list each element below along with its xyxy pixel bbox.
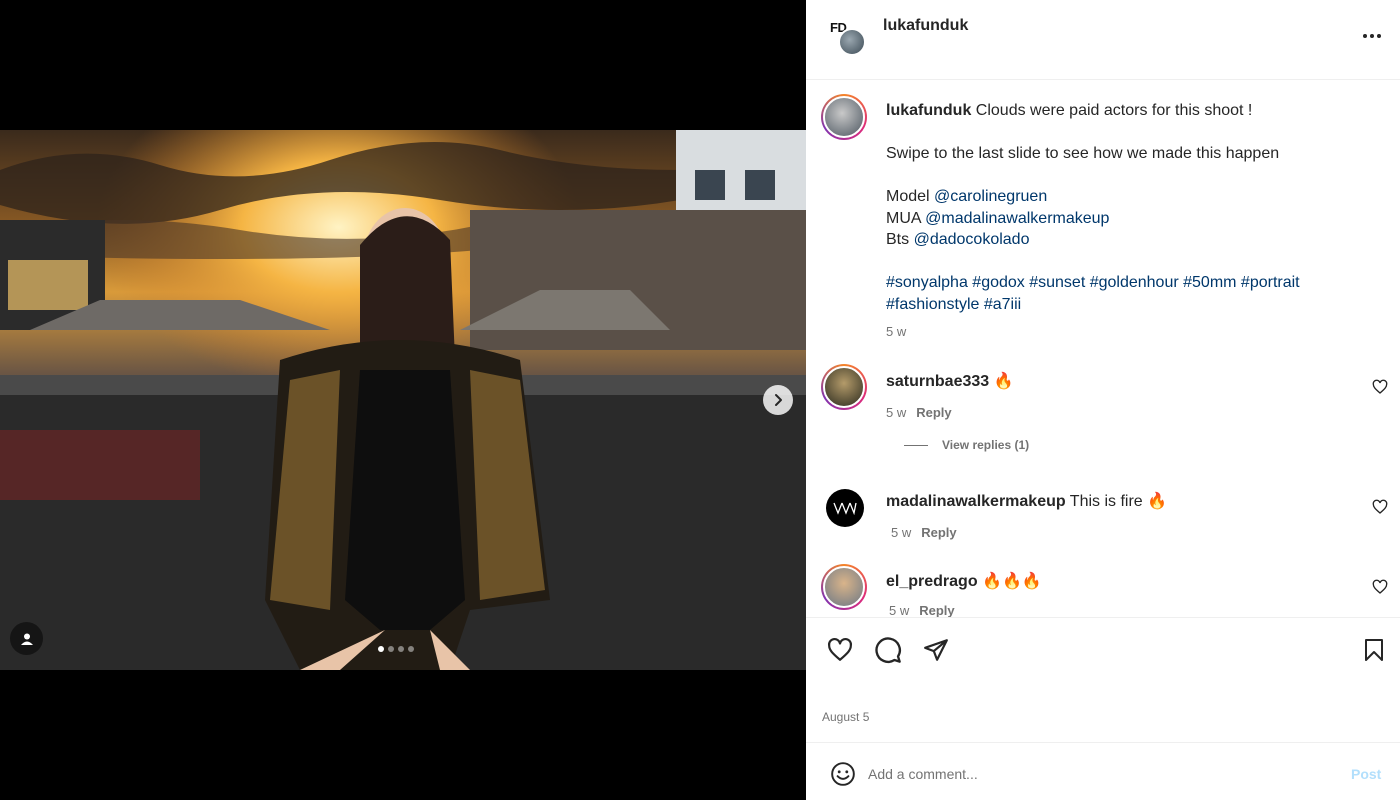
mention-link[interactable]: @dadocokolado [914, 231, 1030, 248]
carousel-dot [388, 646, 394, 652]
post-caption: lukafunduk Clouds were paid actors for t… [886, 100, 1366, 343]
carousel-indicator [378, 646, 414, 652]
post-actions [806, 617, 1400, 683]
comment-timestamp[interactable]: 5 w [891, 525, 911, 540]
emoji-icon[interactable] [830, 761, 856, 787]
comment-like-icon[interactable] [1372, 579, 1388, 595]
comment-avatar[interactable] [821, 364, 867, 410]
view-replies-button[interactable]: View replies (1) [904, 438, 1029, 452]
comment-avatar[interactable] [826, 489, 864, 527]
carousel-dot [378, 646, 384, 652]
caption-timestamp[interactable]: 5 w [886, 321, 1366, 343]
more-options-button[interactable] [1356, 24, 1388, 48]
post-details-panel: FD lukafunduk lukafunduk Clouds were pai… [806, 0, 1400, 800]
comment-body: saturnbae333 🔥 [886, 371, 1014, 391]
comment-icon [875, 637, 901, 663]
caption-username[interactable]: lukafunduk [886, 102, 971, 119]
reply-button[interactable]: Reply [919, 603, 954, 617]
caption-line: Clouds were paid actors for this shoot ! [975, 102, 1253, 119]
comment-timestamp[interactable]: 5 w [886, 405, 906, 420]
comment-username[interactable]: saturnbae333 [886, 373, 989, 390]
comment-like-icon[interactable] [1372, 379, 1388, 395]
reply-button[interactable]: Reply [916, 405, 951, 420]
comment-input[interactable] [868, 759, 1328, 789]
chevron-right-icon [775, 394, 782, 406]
post-photo[interactable] [0, 130, 806, 670]
comment-body: madalinawalkermakeup This is fire 🔥 [886, 491, 1167, 511]
save-button[interactable] [1358, 634, 1390, 666]
comment-username[interactable]: madalinawalkermakeup [886, 493, 1066, 510]
comment-meta: 5 w Reply [891, 525, 957, 540]
comment-avatar[interactable] [821, 564, 867, 610]
carousel-dot [398, 646, 404, 652]
hashtags[interactable]: #sonyalpha #godox #sunset #goldenhour #5… [886, 272, 1366, 294]
like-button[interactable] [824, 634, 856, 666]
bookmark-icon [1365, 639, 1383, 661]
comments-scroll-area[interactable]: lukafunduk Clouds were paid actors for t… [806, 81, 1400, 617]
credit-label: Model [886, 188, 930, 205]
view-replies-label: View replies (1) [942, 438, 1030, 452]
heart-icon [828, 637, 852, 661]
comment-button[interactable] [872, 634, 904, 666]
more-options-icon [1363, 34, 1381, 38]
caption-author-avatar[interactable] [821, 94, 867, 140]
mention-link[interactable]: @carolinegruen [934, 188, 1047, 205]
tagged-users-button[interactable] [10, 622, 43, 655]
comment-username[interactable]: el_predrago [886, 573, 978, 590]
user-tag-icon [20, 633, 33, 645]
next-slide-button[interactable] [763, 385, 793, 415]
media-viewer [0, 0, 806, 800]
comment-text: This is fire 🔥 [1069, 493, 1168, 510]
comment-timestamp[interactable]: 5 w [889, 603, 909, 617]
comment-text: 🔥 [993, 373, 1014, 390]
share-button[interactable] [920, 634, 952, 666]
caption-line: Swipe to the last slide to see how we ma… [886, 145, 1280, 162]
comment-meta: 5 w Reply [886, 405, 952, 420]
comment-meta: 5 w Reply [889, 603, 955, 617]
add-comment-bar: Post [806, 742, 1400, 800]
reply-button[interactable]: Reply [921, 525, 956, 540]
comment-text: 🔥🔥🔥 [982, 573, 1042, 590]
carousel-dot [408, 646, 414, 652]
credit-label: MUA [886, 209, 921, 227]
post-comment-button[interactable]: Post [1351, 766, 1381, 782]
author-username[interactable]: lukafunduk [883, 17, 968, 35]
logo-icon [833, 502, 857, 515]
divider-line [904, 444, 928, 446]
post-header: FD lukafunduk [806, 0, 1400, 80]
hashtags[interactable]: #fashionstyle #a7iii [886, 294, 1366, 316]
credit-label: Bts [886, 231, 910, 248]
photo-illustration [0, 130, 806, 670]
comment-body: el_predrago 🔥🔥🔥 [886, 571, 1042, 591]
mention-link[interactable]: @madalinawalkermakeup [925, 210, 1109, 227]
author-avatar[interactable]: FD [830, 20, 866, 56]
avatar-image [838, 28, 866, 56]
comment-like-icon[interactable] [1372, 499, 1388, 515]
paper-plane-icon [924, 639, 948, 661]
post-date[interactable]: August 5 [822, 710, 869, 724]
